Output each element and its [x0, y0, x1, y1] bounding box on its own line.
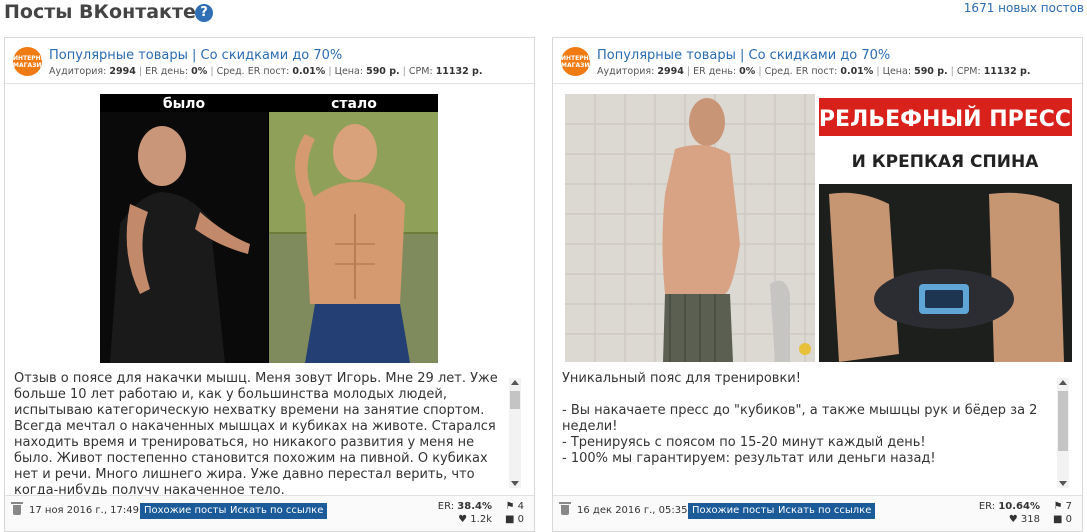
er-stat: ER: 10.64%: [978, 501, 1040, 512]
group-avatar[interactable]: ИНТЕРНЕТ МАГАЗИН: [13, 47, 42, 76]
comment-icon: ■: [1052, 514, 1063, 525]
banner-image: РЕЛЬЕФНЫЙ ПРЕСС И КРЕПКАЯ СПИНА: [819, 94, 1072, 362]
before-label: было: [163, 96, 206, 112]
search-by-link-button[interactable]: Искать по ссылке: [774, 503, 876, 519]
comments-count: ■ 0: [504, 514, 524, 525]
search-by-link-button[interactable]: Искать по ссылке: [226, 503, 328, 519]
repost-icon: ⚑: [1053, 501, 1063, 512]
help-icon[interactable]: ?: [195, 4, 213, 22]
trash-icon[interactable]: [11, 502, 23, 515]
group-stats: Аудитория: 2994 | ER день: 0% | Сред. ER…: [597, 66, 1031, 77]
post-footer: 17 ноя 2016 г., 17:49 Похожие посты Иска…: [5, 495, 534, 531]
group-name-link[interactable]: Популярные товары | Со скидками до 70%: [597, 48, 890, 63]
post-card: ИНТЕРНЕТ МАГАЗИН Популярные товары | Со …: [552, 37, 1083, 532]
likes-count: ♥ 318: [1008, 514, 1040, 525]
group-name-link[interactable]: Популярные товары | Со скидками до 70%: [49, 48, 342, 63]
scroll-up-icon[interactable]: [511, 380, 519, 385]
scroll-down-icon[interactable]: [511, 481, 519, 486]
bathroom-photo: [565, 94, 815, 362]
group-avatar[interactable]: ИНТЕРНЕТ МАГАЗИН: [561, 47, 590, 76]
before-after-photo: было стало: [100, 94, 438, 363]
post-image[interactable]: [565, 94, 815, 362]
trash-icon[interactable]: [559, 502, 571, 515]
scroll-thumb[interactable]: [510, 391, 520, 409]
er-stat: ER: 38.4%: [437, 501, 492, 512]
comments-count: ■ 0: [1052, 514, 1072, 525]
new-posts-link[interactable]: 1671 новых постов: [964, 1, 1084, 15]
scroll-thumb[interactable]: [1058, 391, 1068, 451]
page-title: Посты ВКонтакте: [4, 1, 196, 23]
post-date: 16 дек 2016 г., 05:35: [577, 505, 688, 516]
group-stats: Аудитория: 2994 | ER день: 0% | Сред. ER…: [49, 66, 483, 77]
banner-line-1: РЕЛЬЕФНЫЙ ПРЕСС: [819, 106, 1071, 132]
post-header: ИНТЕРНЕТ МАГАЗИН Популярные товары | Со …: [5, 38, 534, 84]
page-header: Посты ВКонтакте ? 1671 новых постов: [4, 0, 1084, 28]
after-label: стало: [331, 96, 377, 112]
post-banner[interactable]: РЕЛЬЕФНЫЙ ПРЕСС И КРЕПКАЯ СПИНА: [819, 94, 1072, 362]
post-text: Отзыв о поясе для накачки мышц. Меня зов…: [14, 371, 502, 494]
banner-line-2: И КРЕПКАЯ СПИНА: [852, 152, 1040, 172]
post-date: 17 ноя 2016 г., 17:49: [29, 505, 139, 516]
comment-icon: ■: [504, 514, 515, 525]
scroll-up-icon[interactable]: [1059, 380, 1067, 385]
similar-posts-button[interactable]: Похожие посты: [688, 503, 779, 519]
post-header: ИНТЕРНЕТ МАГАЗИН Популярные товары | Со …: [553, 38, 1082, 84]
post-text: Уникальный пояс для тренировки! - Вы нак…: [562, 371, 1038, 466]
post-image[interactable]: было стало: [100, 94, 438, 363]
scroll-down-icon[interactable]: [1059, 481, 1067, 486]
reposts-count: ⚑ 4: [505, 501, 524, 512]
post-card: ИНТЕРНЕТ МАГАЗИН Популярные товары | Со …: [4, 37, 535, 532]
post-text-scrollbar[interactable]: [1057, 378, 1069, 488]
reposts-count: ⚑ 7: [1053, 501, 1072, 512]
repost-icon: ⚑: [505, 501, 515, 512]
post-text-scrollbar[interactable]: [509, 378, 521, 488]
post-footer: 16 дек 2016 г., 05:35 Похожие посты Иска…: [553, 495, 1082, 531]
similar-posts-button[interactable]: Похожие посты: [140, 503, 231, 519]
likes-count: ♥ 1.2k: [458, 514, 492, 525]
